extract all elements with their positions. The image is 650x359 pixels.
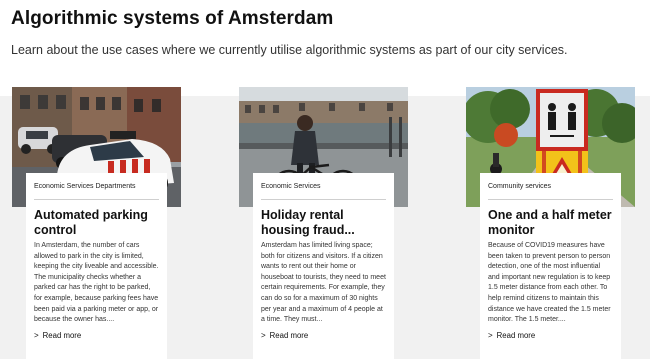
read-more-label: Read more — [496, 331, 536, 340]
card-title[interactable]: Automated parking control — [34, 208, 159, 237]
use-case-card-parking[interactable]: Economic Services Departments Automated … — [26, 173, 167, 359]
card-category: Economic Services Departments — [34, 182, 159, 200]
chevron-right-icon: > — [34, 331, 39, 340]
chevron-right-icon: > — [488, 331, 493, 340]
card-category: Community services — [488, 182, 613, 200]
read-more-link[interactable]: > Read more — [34, 331, 81, 340]
card-title[interactable]: Holiday rental housing fraud... — [261, 208, 386, 237]
card-title[interactable]: One and a half meter monitor — [488, 208, 613, 237]
read-more-link[interactable]: > Read more — [488, 331, 535, 340]
read-more-label: Read more — [42, 331, 82, 340]
page-title: Algorithmic systems of Amsterdam — [11, 8, 334, 29]
use-case-card-holiday-rental[interactable]: Economic Services Holiday rental housing… — [253, 173, 394, 359]
read-more-label: Read more — [269, 331, 309, 340]
page-intro: Learn about the use cases where we curre… — [11, 43, 568, 57]
chevron-right-icon: > — [261, 331, 266, 340]
read-more-link[interactable]: > Read more — [261, 331, 308, 340]
card-category: Economic Services — [261, 182, 386, 200]
use-case-card-distance-monitor[interactable]: Community services One and a half meter … — [480, 173, 621, 359]
